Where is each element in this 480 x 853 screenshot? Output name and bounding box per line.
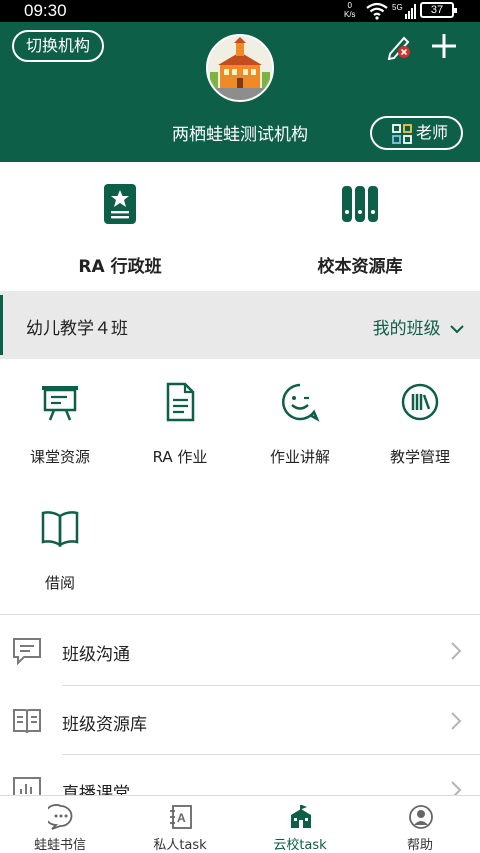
list-item-class-communication[interactable]: 班级沟通 [0, 616, 480, 686]
bottom-tab-bar: 蛙蛙书信 A 私人task 云校task 帮助 [0, 795, 480, 853]
open-book-icon [41, 511, 79, 548]
feature-classroom-resources[interactable]: 课堂资源 [0, 364, 120, 474]
feature-ra-homework[interactable]: RA 作业 [120, 364, 240, 474]
tab-label: 蛙蛙书信 [33, 838, 86, 853]
tab-label: 私人task [153, 838, 207, 853]
feature-homework-explanation[interactable]: 作业讲解 [240, 364, 360, 474]
status-time: 09:30 [24, 1, 67, 20]
current-class-name: 幼儿教学４班 [26, 319, 128, 339]
class-badge-icon [104, 184, 136, 224]
list-item-label: 班级资源库 [62, 715, 147, 735]
tab-wawa-letters[interactable]: 蛙蛙书信 [0, 796, 120, 853]
battery-icon: 37 [420, 2, 457, 18]
tab-private-task[interactable]: A 私人task [120, 796, 240, 853]
bookshelf-icon [401, 383, 439, 421]
school-building-icon [291, 805, 311, 828]
tab-help[interactable]: 帮助 [360, 796, 480, 853]
svg-text:5G: 5G [392, 3, 403, 12]
my-class-label: 我的班级 [372, 319, 441, 339]
feature-label: RA 作业 [152, 448, 208, 466]
presentation-board-icon [42, 386, 78, 421]
quick-entry-admin-class[interactable]: RA 行政班 [0, 162, 240, 290]
tab-label: 云校task [273, 838, 327, 853]
school-avatar[interactable] [206, 34, 274, 102]
role-label: 老师 [416, 123, 449, 142]
books-icon [342, 186, 378, 222]
quick-entry-label: RA 行政班 [78, 257, 162, 277]
feature-label: 作业讲解 [269, 448, 330, 466]
wifi-icon [366, 2, 388, 20]
document-icon [166, 382, 195, 422]
feature-borrow[interactable]: 借阅 [0, 490, 120, 600]
quick-entry-resource-library[interactable]: 校本资源库 [240, 162, 480, 290]
switch-role-button[interactable]: 老师 [370, 116, 463, 150]
chat-icon [13, 638, 41, 666]
class-selector-bar[interactable]: 幼儿教学４班 我的班级 [0, 291, 480, 359]
edit-icon[interactable] [386, 32, 414, 60]
tab-cloud-school-task[interactable]: 云校task [240, 796, 360, 853]
switch-role-icon [392, 124, 412, 144]
chevron-right-icon [451, 642, 462, 660]
list-item-label: 班级沟通 [62, 645, 130, 665]
feature-label: 借阅 [44, 574, 75, 592]
network-speed: 0 K/s [344, 1, 356, 19]
message-icon [48, 804, 73, 830]
switch-org-button[interactable]: 切换机构 [12, 30, 104, 62]
svg-text:A: A [177, 811, 186, 825]
feature-label: 课堂资源 [29, 448, 90, 466]
smile-chat-icon [282, 383, 320, 422]
section-divider [0, 614, 480, 615]
book-list-icon [13, 709, 41, 734]
school-building-illustration [208, 36, 272, 100]
help-person-icon [409, 805, 433, 829]
add-icon[interactable] [430, 32, 458, 60]
list-item-class-resource-library[interactable]: 班级资源库 [0, 686, 480, 756]
feature-label: 教学管理 [389, 448, 450, 466]
tab-label: 帮助 [406, 838, 433, 853]
status-bar: 09:30 0 K/s 5G 37 [0, 0, 480, 22]
quick-entry-label: 校本资源库 [317, 257, 403, 277]
feature-teaching-management[interactable]: 教学管理 [360, 364, 480, 474]
chevron-down-icon [450, 325, 464, 334]
chevron-right-icon [451, 712, 462, 730]
signal-5g-icon: 5G [392, 3, 416, 19]
my-class-dropdown[interactable]: 我的班级 [373, 314, 464, 339]
notebook-a-icon: A [170, 805, 192, 829]
org-header: 切换机构 两栖蛙蛙测试机构 老师 [0, 22, 480, 162]
